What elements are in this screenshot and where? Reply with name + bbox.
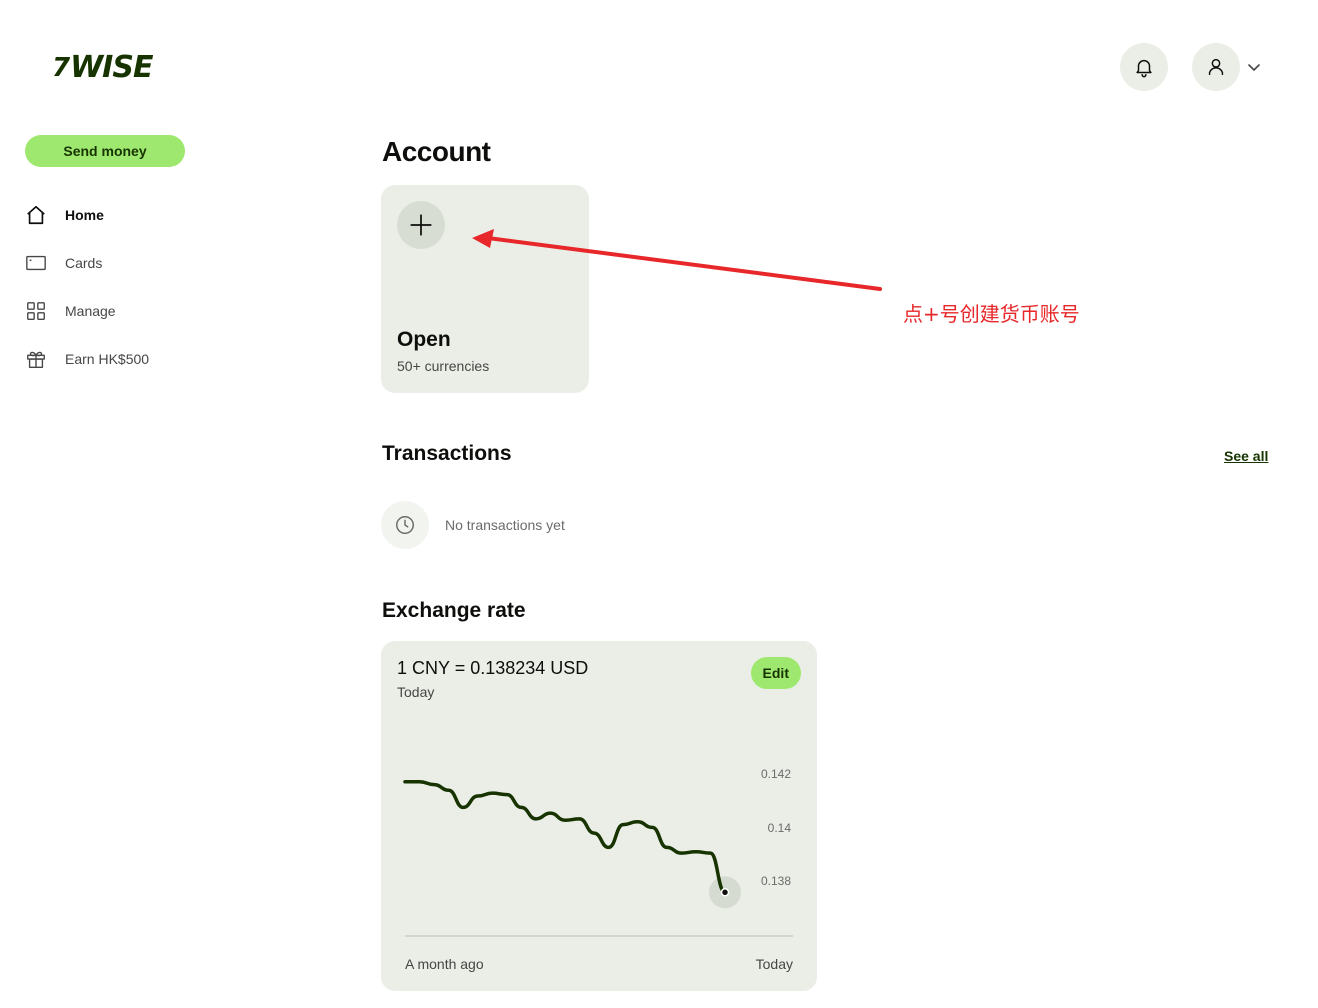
profile-menu[interactable] [1192, 43, 1262, 91]
sidebar-item-earn[interactable]: Earn HK$500 [25, 335, 245, 383]
y-tick-label: 0.142 [761, 767, 791, 781]
x-label-end: Today [756, 956, 793, 972]
send-money-button[interactable]: Send money [25, 135, 185, 167]
clock-icon-wrap [381, 501, 429, 549]
wise-flag-icon: 7 [52, 52, 70, 83]
sidebar-item-label: Home [65, 207, 104, 223]
rate-series-line [403, 779, 727, 895]
open-account-card[interactable]: Open 50+ currencies [381, 185, 589, 393]
sidebar-item-cards[interactable]: Cards [25, 239, 245, 287]
open-card-subtitle: 50+ currencies [397, 358, 490, 374]
wise-wordmark: WISE [70, 50, 153, 85]
sidebar-item-home[interactable]: Home [25, 191, 245, 239]
sidebar-item-label: Manage [65, 303, 116, 319]
avatar[interactable] [1192, 43, 1240, 91]
empty-transactions: No transactions yet [381, 501, 565, 549]
rate-chart[interactable]: 0.142 0.14 0.138 A month ago Today [381, 641, 817, 991]
add-currency-button[interactable] [397, 201, 445, 249]
transactions-heading: Transactions [382, 442, 512, 465]
latest-point[interactable] [720, 888, 730, 897]
annotation-text: 点+号创建货币账号 [903, 302, 1080, 326]
grid-icon [25, 300, 47, 322]
header-actions [1120, 43, 1262, 91]
exchange-heading: Exchange rate [382, 599, 526, 622]
home-icon [25, 204, 47, 226]
y-tick-label: 0.14 [768, 821, 792, 835]
sidebar-item-manage[interactable]: Manage [25, 287, 245, 335]
sidebar-item-label: Cards [65, 255, 103, 271]
sidebar-nav: Home Cards Manage Earn HK$500 [25, 191, 245, 383]
sidebar-item-label: Earn HK$500 [65, 351, 150, 367]
open-card-title: Open [397, 328, 451, 351]
bell-icon [1136, 59, 1152, 78]
notifications-button[interactable] [1120, 43, 1168, 91]
see-all-link[interactable]: See all [1224, 448, 1268, 464]
wise-logo[interactable]: 7 WISE [52, 50, 153, 85]
clock-icon [396, 516, 414, 534]
gift-icon [25, 348, 47, 370]
account-heading: Account [382, 136, 491, 167]
empty-transactions-text: No transactions yet [445, 517, 565, 533]
y-tick-label: 0.138 [761, 874, 791, 888]
plus-icon [410, 214, 432, 236]
x-label-start: A month ago [405, 956, 484, 972]
card-icon [25, 252, 47, 274]
exchange-rate-card: 1 CNY = 0.138234 USD Today Edit 0.142 0.… [381, 641, 817, 991]
chevron-down-icon[interactable] [1246, 59, 1262, 75]
user-icon [1208, 58, 1224, 76]
